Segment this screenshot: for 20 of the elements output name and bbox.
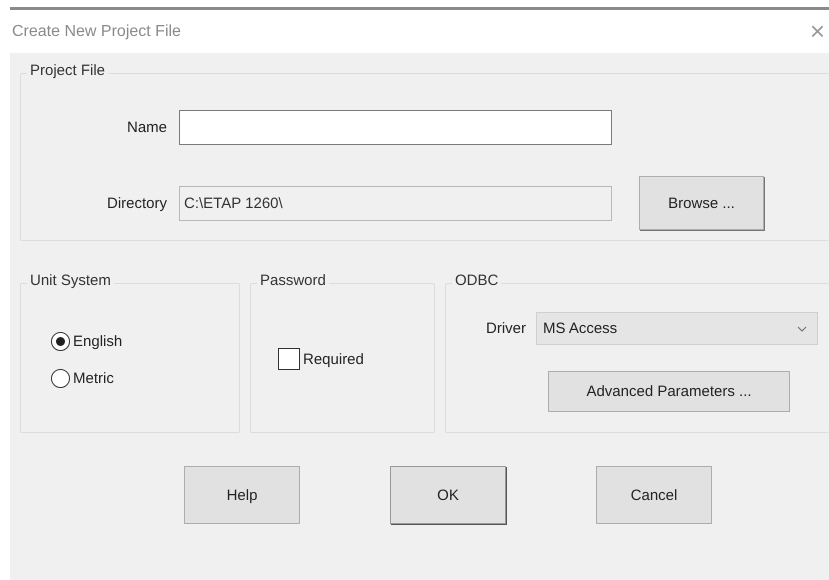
group-title: Unit System: [27, 272, 114, 289]
advanced-parameters-button[interactable]: Advanced Parameters ...: [548, 371, 790, 412]
dialog-button[interactable]: OK: [390, 466, 506, 524]
chevron-down-icon: [797, 326, 807, 332]
checkbox-label[interactable]: Required: [303, 350, 364, 368]
radio-button[interactable]: [51, 369, 70, 388]
window-title: Create New Project File: [12, 22, 181, 40]
dialog-button[interactable]: Help: [184, 466, 300, 524]
field-label: Driver: [486, 320, 526, 337]
name-field[interactable]: [179, 110, 612, 145]
browse-button[interactable]: Browse ...: [639, 176, 764, 230]
radio-button[interactable]: [51, 332, 70, 351]
radio-label[interactable]: English: [73, 333, 122, 350]
field-label: Name: [126, 119, 167, 136]
dialog-button[interactable]: Cancel: [596, 466, 712, 524]
checkbox[interactable]: [278, 348, 300, 370]
field-label: Directory: [106, 194, 167, 212]
group-title: Project File: [27, 62, 108, 79]
radio-label[interactable]: Metric: [73, 370, 114, 387]
driver-dropdown[interactable]: MS Access: [536, 312, 818, 345]
